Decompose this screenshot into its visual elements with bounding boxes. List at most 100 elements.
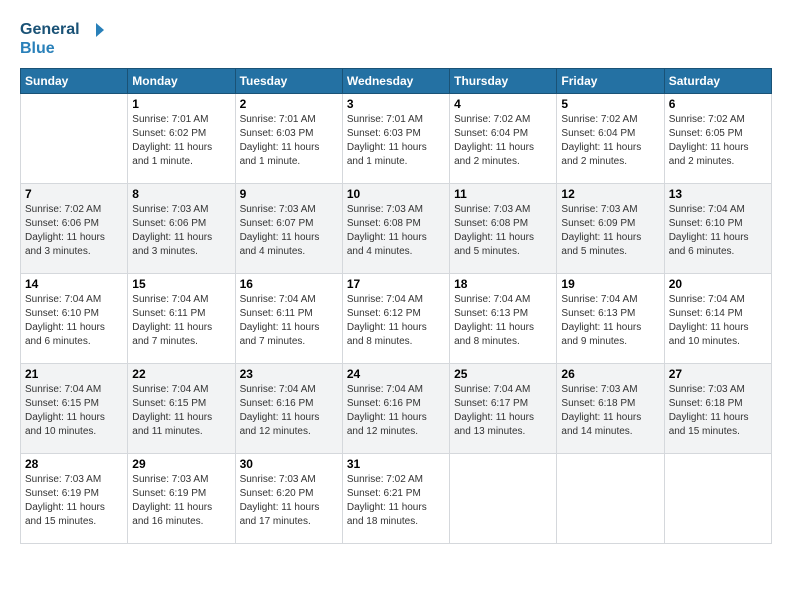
day-number: 10: [347, 187, 445, 201]
day-info: Sunrise: 7:04 AMSunset: 6:17 PMDaylight:…: [454, 383, 552, 439]
day-number: 5: [561, 97, 659, 111]
day-info: Sunrise: 7:03 AMSunset: 6:09 PMDaylight:…: [561, 203, 659, 259]
calendar-cell: 23 Sunrise: 7:04 AMSunset: 6:16 PMDayligh…: [235, 364, 342, 454]
day-number: 23: [240, 367, 338, 381]
day-number: 29: [132, 457, 230, 471]
calendar-cell: 11 Sunrise: 7:03 AMSunset: 6:08 PMDayligh…: [450, 184, 557, 274]
calendar-cell: 21 Sunrise: 7:04 AMSunset: 6:15 PMDayligh…: [21, 364, 128, 454]
calendar-cell: [450, 454, 557, 544]
calendar-cell: 20 Sunrise: 7:04 AMSunset: 6:14 PMDayligh…: [664, 274, 771, 364]
day-info: Sunrise: 7:03 AMSunset: 6:08 PMDaylight:…: [454, 203, 552, 259]
calendar-week-row: 28Sunrise: 7:03 AMSunset: 6:19 PMDayligh…: [21, 454, 772, 544]
day-info: Sunrise: 7:04 AMSunset: 6:12 PMDaylight:…: [347, 293, 445, 349]
day-info: Sunrise: 7:04 AMSunset: 6:16 PMDaylight:…: [240, 383, 338, 439]
calendar-cell: 17 Sunrise: 7:04 AMSunset: 6:12 PMDayligh…: [342, 274, 449, 364]
calendar-cell: 2 Sunrise: 7:01 AMSunset: 6:03 PMDaylight…: [235, 94, 342, 184]
calendar-cell: 6Sunrise: 7:02 AMSunset: 6:05 PMDaylight…: [664, 94, 771, 184]
calendar-cell: [21, 94, 128, 184]
day-number: 11: [454, 187, 552, 201]
calendar-cell: 14Sunrise: 7:04 AMSunset: 6:10 PMDayligh…: [21, 274, 128, 364]
day-of-week-header: Tuesday: [235, 69, 342, 94]
day-number: 27: [669, 367, 767, 381]
day-number: 9: [240, 187, 338, 201]
day-number: 13: [669, 187, 767, 201]
calendar-cell: 25 Sunrise: 7:04 AMSunset: 6:17 PMDayligh…: [450, 364, 557, 454]
calendar-cell: 26 Sunrise: 7:03 AMSunset: 6:18 PMDayligh…: [557, 364, 664, 454]
calendar-cell: 24 Sunrise: 7:04 AMSunset: 6:16 PMDayligh…: [342, 364, 449, 454]
day-info: Sunrise: 7:04 AMSunset: 6:11 PMDaylight:…: [132, 293, 230, 349]
day-info: Sunrise: 7:04 AMSunset: 6:15 PMDaylight:…: [132, 383, 230, 439]
day-of-week-header: Saturday: [664, 69, 771, 94]
day-number: 4: [454, 97, 552, 111]
day-of-week-header: Thursday: [450, 69, 557, 94]
day-number: 16: [240, 277, 338, 291]
calendar-cell: 13 Sunrise: 7:04 AMSunset: 6:10 PMDayligh…: [664, 184, 771, 274]
calendar-week-row: 14Sunrise: 7:04 AMSunset: 6:10 PMDayligh…: [21, 274, 772, 364]
day-number: 25: [454, 367, 552, 381]
calendar-cell: 16 Sunrise: 7:04 AMSunset: 6:11 PMDayligh…: [235, 274, 342, 364]
day-of-week-header: Monday: [128, 69, 235, 94]
calendar-cell: 15 Sunrise: 7:04 AMSunset: 6:11 PMDayligh…: [128, 274, 235, 364]
calendar-cell: 30 Sunrise: 7:03 AMSunset: 6:20 PMDayligh…: [235, 454, 342, 544]
day-number: 2: [240, 97, 338, 111]
day-info: Sunrise: 7:03 AMSunset: 6:08 PMDaylight:…: [347, 203, 445, 259]
day-info: Sunrise: 7:04 AMSunset: 6:16 PMDaylight:…: [347, 383, 445, 439]
day-info: Sunrise: 7:01 AMSunset: 6:03 PMDaylight:…: [347, 113, 445, 169]
day-info: Sunrise: 7:04 AMSunset: 6:15 PMDaylight:…: [25, 383, 123, 439]
day-info: Sunrise: 7:04 AMSunset: 6:10 PMDaylight:…: [669, 203, 767, 259]
calendar-cell: 5 Sunrise: 7:02 AMSunset: 6:04 PMDaylight…: [557, 94, 664, 184]
day-number: 14: [25, 277, 123, 291]
day-info: Sunrise: 7:03 AMSunset: 6:18 PMDaylight:…: [669, 383, 767, 439]
day-number: 12: [561, 187, 659, 201]
day-info: Sunrise: 7:02 AMSunset: 6:06 PMDaylight:…: [25, 203, 123, 259]
day-info: Sunrise: 7:04 AMSunset: 6:14 PMDaylight:…: [669, 293, 767, 349]
day-number: 15: [132, 277, 230, 291]
day-info: Sunrise: 7:02 AMSunset: 6:04 PMDaylight:…: [561, 113, 659, 169]
day-info: Sunrise: 7:03 AMSunset: 6:19 PMDaylight:…: [132, 473, 230, 529]
day-info: Sunrise: 7:03 AMSunset: 6:20 PMDaylight:…: [240, 473, 338, 529]
calendar-cell: 27 Sunrise: 7:03 AMSunset: 6:18 PMDayligh…: [664, 364, 771, 454]
calendar-cell: 18 Sunrise: 7:04 AMSunset: 6:13 PMDayligh…: [450, 274, 557, 364]
calendar-cell: 1 Sunrise: 7:01 AMSunset: 6:02 PMDaylight…: [128, 94, 235, 184]
calendar-cell: 12 Sunrise: 7:03 AMSunset: 6:09 PMDayligh…: [557, 184, 664, 274]
day-number: 21: [25, 367, 123, 381]
calendar-cell: 31Sunrise: 7:02 AMSunset: 6:21 PMDayligh…: [342, 454, 449, 544]
day-info: Sunrise: 7:03 AMSunset: 6:18 PMDaylight:…: [561, 383, 659, 439]
day-number: 1: [132, 97, 230, 111]
calendar-header-row: SundayMondayTuesdayWednesdayThursdayFrid…: [21, 69, 772, 94]
calendar-cell: 4Sunrise: 7:02 AMSunset: 6:04 PMDaylight…: [450, 94, 557, 184]
calendar-cell: [557, 454, 664, 544]
day-number: 3: [347, 97, 445, 111]
calendar-cell: 7Sunrise: 7:02 AMSunset: 6:06 PMDaylight…: [21, 184, 128, 274]
day-number: 22: [132, 367, 230, 381]
day-info: Sunrise: 7:04 AMSunset: 6:13 PMDaylight:…: [454, 293, 552, 349]
day-number: 6: [669, 97, 767, 111]
day-number: 26: [561, 367, 659, 381]
day-of-week-header: Wednesday: [342, 69, 449, 94]
calendar-cell: 10 Sunrise: 7:03 AMSunset: 6:08 PMDayligh…: [342, 184, 449, 274]
calendar-week-row: 21 Sunrise: 7:04 AMSunset: 6:15 PMDayligh…: [21, 364, 772, 454]
day-number: 18: [454, 277, 552, 291]
day-of-week-header: Friday: [557, 69, 664, 94]
day-info: Sunrise: 7:01 AMSunset: 6:02 PMDaylight:…: [132, 113, 230, 169]
day-info: Sunrise: 7:03 AMSunset: 6:07 PMDaylight:…: [240, 203, 338, 259]
day-info: Sunrise: 7:04 AMSunset: 6:11 PMDaylight:…: [240, 293, 338, 349]
day-number: 8: [132, 187, 230, 201]
day-number: 31: [347, 457, 445, 471]
calendar-cell: [664, 454, 771, 544]
day-number: 30: [240, 457, 338, 471]
day-of-week-header: Sunday: [21, 69, 128, 94]
day-info: Sunrise: 7:01 AMSunset: 6:03 PMDaylight:…: [240, 113, 338, 169]
calendar-week-row: 7Sunrise: 7:02 AMSunset: 6:06 PMDaylight…: [21, 184, 772, 274]
page-header: General Blue: [20, 20, 772, 58]
logo-text: General Blue: [20, 20, 104, 58]
calendar-cell: 3 Sunrise: 7:01 AMSunset: 6:03 PMDaylight…: [342, 94, 449, 184]
logo: General Blue: [20, 20, 104, 58]
logo-arrow-icon: [86, 21, 104, 39]
day-number: 20: [669, 277, 767, 291]
calendar-cell: 9 Sunrise: 7:03 AMSunset: 6:07 PMDaylight…: [235, 184, 342, 274]
day-number: 17: [347, 277, 445, 291]
day-number: 24: [347, 367, 445, 381]
day-info: Sunrise: 7:03 AMSunset: 6:19 PMDaylight:…: [25, 473, 123, 529]
day-info: Sunrise: 7:03 AMSunset: 6:06 PMDaylight:…: [132, 203, 230, 259]
